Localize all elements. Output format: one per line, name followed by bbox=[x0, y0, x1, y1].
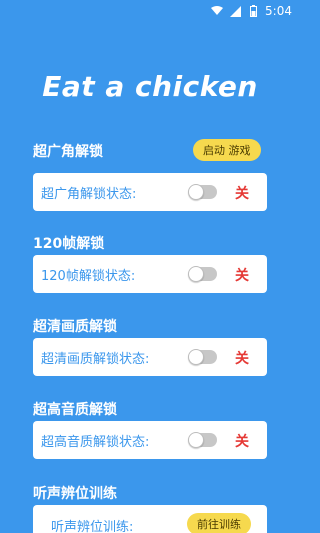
hq-audio-status-label: 超高音质解锁状态: bbox=[41, 434, 150, 450]
hd-quality-status-label: 超清画质解锁状态: bbox=[41, 351, 150, 367]
wide-angle-toggle[interactable] bbox=[188, 184, 217, 200]
card-hd-quality: 超清画质解锁状态: 关 bbox=[33, 338, 267, 376]
card-hq-audio: 超高音质解锁状态: 关 bbox=[33, 421, 267, 459]
section-title-sound-training: 听声辨位训练 bbox=[33, 486, 117, 502]
toggle-knob bbox=[188, 432, 204, 448]
signal-icon bbox=[229, 5, 241, 17]
launch-game-button[interactable]: 启动 游戏 bbox=[193, 139, 261, 161]
go-training-button[interactable]: 前往训练 bbox=[187, 513, 251, 533]
card-120fps: 120帧解锁状态: 关 bbox=[33, 255, 267, 293]
toggle-knob bbox=[188, 184, 204, 200]
status-bar: 5:04 bbox=[0, 0, 300, 22]
hq-audio-state: 关 bbox=[235, 434, 249, 450]
wide-angle-status-label: 超广角解锁状态: bbox=[41, 186, 137, 202]
hd-quality-toggle[interactable] bbox=[188, 349, 217, 365]
hq-audio-toggle[interactable] bbox=[188, 432, 217, 448]
section-title-hd-quality: 超清画质解锁 bbox=[33, 319, 117, 335]
120fps-status-label: 120帧解锁状态: bbox=[41, 268, 136, 284]
section-title-wide-angle: 超广角解锁 bbox=[33, 144, 103, 160]
card-sound-training: 听声辨位训练: 前往训练 bbox=[33, 505, 267, 533]
120fps-state: 关 bbox=[235, 268, 249, 284]
status-time: 5:04 bbox=[265, 4, 292, 18]
sound-training-label: 听声辨位训练: bbox=[51, 519, 134, 533]
wide-angle-state: 关 bbox=[235, 186, 249, 202]
app-title: Eat a chicken bbox=[42, 70, 258, 103]
section-title-hq-audio: 超高音质解锁 bbox=[33, 402, 117, 418]
toggle-knob bbox=[188, 266, 204, 282]
card-wide-angle: 超广角解锁状态: 关 bbox=[33, 173, 267, 211]
section-title-120fps: 120帧解锁 bbox=[33, 236, 105, 252]
toggle-knob bbox=[188, 349, 204, 365]
120fps-toggle[interactable] bbox=[188, 266, 217, 282]
battery-icon bbox=[247, 5, 259, 17]
wifi-icon bbox=[211, 5, 224, 17]
hd-quality-state: 关 bbox=[235, 351, 249, 367]
